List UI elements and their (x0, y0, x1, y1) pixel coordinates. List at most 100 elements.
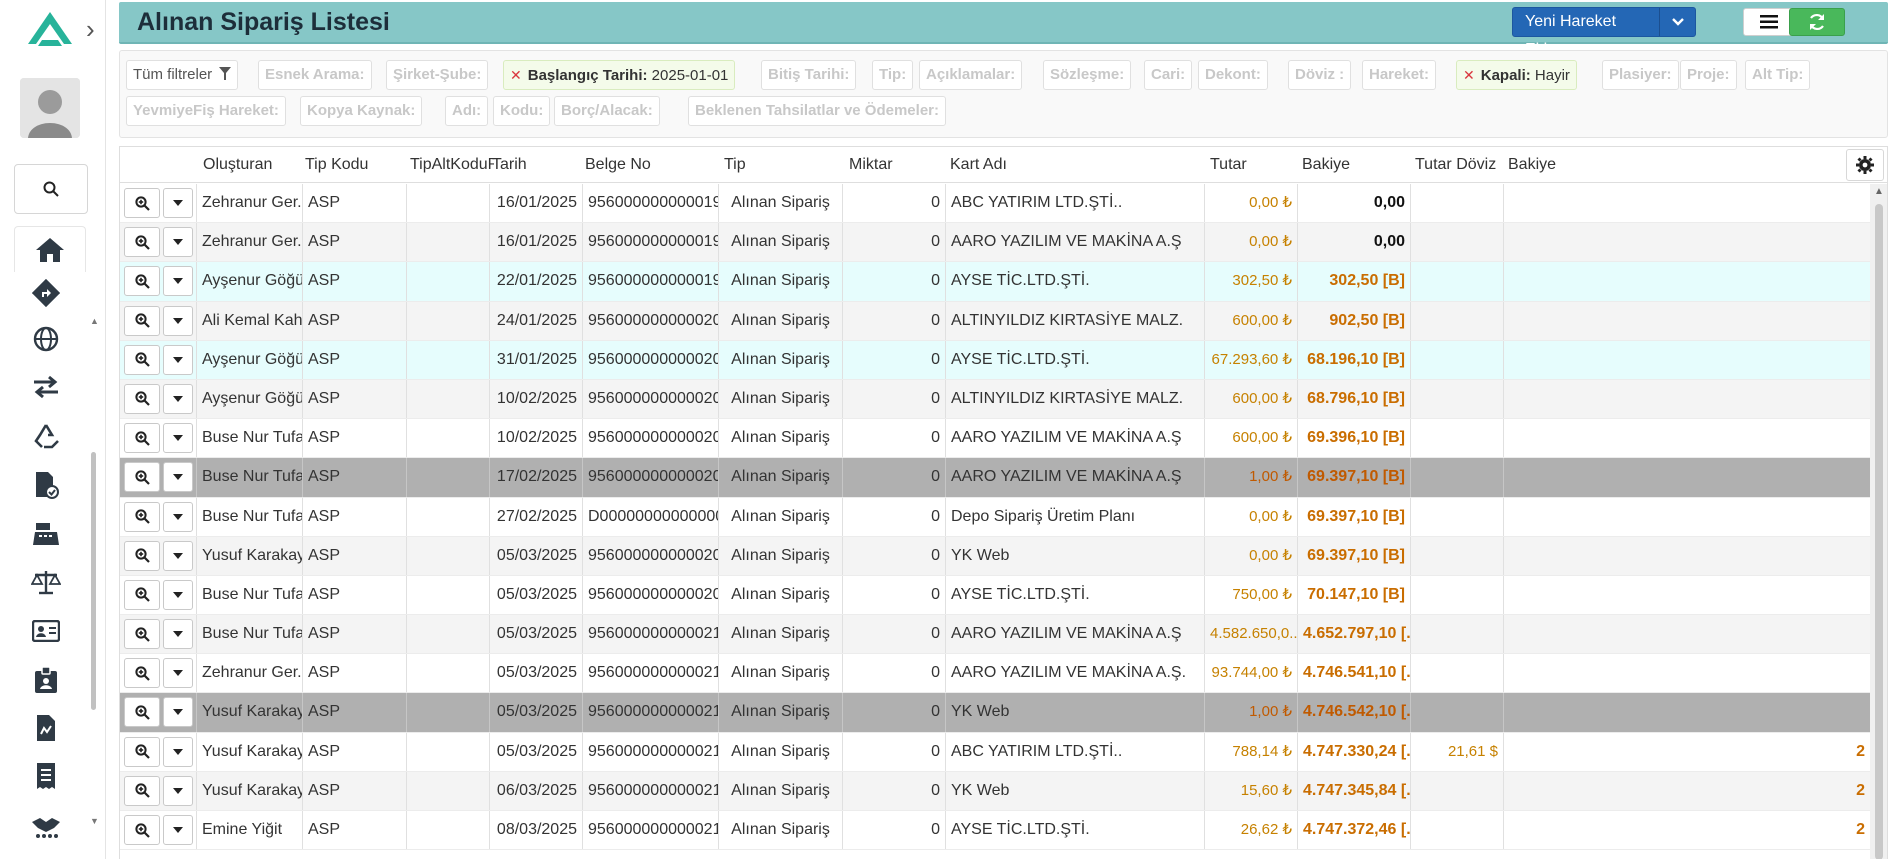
row-view-button[interactable] (124, 227, 160, 258)
table-row[interactable]: Ayşenur Göğül ASP 10/02/2025 95600000000002… (120, 379, 1870, 420)
table-row[interactable]: Yusuf Karakaya ASP 05/03/2025 9560000000000… (120, 732, 1870, 772)
nav-home[interactable] (14, 226, 86, 272)
row-view-button[interactable] (124, 501, 160, 532)
table-row[interactable]: Ayşenur Göğül ASP 22/01/2025 95600000000001… (120, 262, 1870, 302)
table-row[interactable]: Zehranur Ger... ASP 16/01/2025 956000000000… (120, 223, 1870, 263)
filter-chip[interactable]: Bitiş Tarihi: (761, 60, 857, 90)
row-view-button[interactable] (124, 266, 160, 297)
active-filter-chip[interactable]: ✕ Kapali: Hayir (1456, 60, 1577, 90)
table-row[interactable]: Yusuf Karakaya ASP 05/03/2025 9560000000000… (120, 693, 1870, 733)
table-row[interactable]: Buse Nur Tufan ASP 27/02/2025 D000000000000… (120, 497, 1870, 537)
column-header[interactable]: Tip Kodu (305, 156, 368, 174)
column-header[interactable]: Tip (724, 156, 746, 174)
table-scroll-thumb[interactable] (1875, 204, 1883, 859)
row-view-button[interactable] (124, 619, 160, 650)
column-header[interactable]: Miktar (849, 156, 893, 174)
column-header[interactable]: TipAltKoduR (410, 156, 494, 174)
sidebar-scrollbar[interactable]: ▲ ▼ (89, 316, 99, 834)
row-menu-button[interactable] (163, 423, 193, 454)
column-header[interactable]: Tutar Döviz (1415, 156, 1496, 174)
filter-chip[interactable]: Döviz : (1288, 60, 1352, 90)
nav-personnel[interactable] (28, 665, 64, 695)
column-settings-button[interactable] (1846, 149, 1884, 181)
row-menu-button[interactable] (163, 188, 193, 218)
row-view-button[interactable] (124, 383, 160, 414)
row-menu-button[interactable] (163, 462, 193, 493)
filter-chip[interactable]: Cari: (1144, 60, 1193, 90)
filter-chip[interactable]: Borç/Alacak: (554, 96, 660, 126)
column-header[interactable]: Tutar (1210, 156, 1247, 174)
filter-chip[interactable]: Plasiyer: (1602, 60, 1679, 90)
filter-chip[interactable]: Proje: (1680, 60, 1737, 90)
table-row[interactable]: Ali Kemal Kah...ASP 24/01/202595600000000… (120, 301, 1870, 341)
row-menu-button[interactable] (163, 775, 193, 806)
remove-filter-icon[interactable]: ✕ (510, 67, 522, 83)
table-row[interactable]: Buse Nur Tufan ASP 17/02/2025 9560000000000… (120, 458, 1870, 498)
filter-chip[interactable]: Kodu: (493, 96, 551, 126)
row-view-button[interactable] (124, 815, 160, 845)
new-movement-button[interactable]: Yeni Hareket Ekle (1512, 7, 1696, 58)
filter-chip[interactable]: Dekont: (1198, 60, 1268, 90)
row-view-button[interactable] (124, 658, 160, 689)
row-view-button[interactable] (124, 344, 160, 375)
nav-handshake[interactable] (28, 812, 64, 842)
filter-chip[interactable]: YevmiyeFiş Hareket: (126, 96, 286, 126)
table-row[interactable]: Ayşenur Göğül ASP 31/01/2025 95600000000002… (120, 340, 1870, 380)
table-scrollbar[interactable]: ▲ (1870, 184, 1887, 859)
all-filters-button[interactable]: Tüm filtreler (126, 60, 239, 90)
table-row[interactable]: Buse Nur Tufan ASP 05/03/2025 9560000000000… (120, 575, 1870, 616)
row-menu-button[interactable] (163, 227, 193, 258)
table-row[interactable]: Emine Yiğit ASP 08/03/2025 9560000000000217… (120, 811, 1870, 851)
table-row[interactable]: Zehranur Ger... ASP 16/01/2025 956000000000… (120, 184, 1870, 224)
row-menu-button[interactable] (163, 619, 193, 650)
table-row[interactable]: Buse Nur Tufan ASP 05/03/2025 9560000000000… (120, 615, 1870, 655)
filter-chip[interactable]: Esnek Arama: (258, 60, 372, 90)
user-avatar[interactable] (20, 78, 80, 138)
column-header[interactable]: Belge No (585, 156, 651, 174)
row-menu-button[interactable] (163, 501, 193, 532)
column-header[interactable]: Oluşturan (203, 156, 272, 174)
row-view-button[interactable] (124, 423, 160, 454)
new-movement-dropdown[interactable] (1659, 8, 1695, 36)
nav-scale[interactable] (28, 567, 64, 597)
search-button[interactable] (14, 164, 88, 214)
collapse-sidebar-icon[interactable]: › (86, 14, 95, 45)
row-view-button[interactable] (124, 697, 160, 728)
scroll-up-icon[interactable]: ▲ (1874, 186, 1884, 197)
filter-chip[interactable]: Tip: (872, 60, 914, 90)
row-view-button[interactable] (124, 579, 160, 610)
row-view-button[interactable] (124, 305, 160, 336)
row-menu-button[interactable] (163, 305, 193, 336)
row-menu-button[interactable] (163, 658, 193, 689)
filter-chip[interactable]: Şirket-Şube: (386, 60, 489, 90)
row-menu-button[interactable] (163, 383, 193, 414)
filter-chip[interactable]: Alt Tip: (1745, 60, 1811, 90)
sidebar-scroll-thumb[interactable] (91, 452, 96, 710)
filter-chip[interactable]: Sözleşme: (1043, 60, 1132, 90)
row-view-button[interactable] (124, 188, 160, 218)
row-view-button[interactable] (124, 540, 160, 571)
nav-recycle[interactable] (28, 421, 64, 451)
row-menu-button[interactable] (163, 579, 193, 610)
column-header[interactable]: Kart Adı (950, 156, 1007, 174)
nav-globe[interactable] (28, 324, 64, 354)
row-menu-button[interactable] (163, 344, 193, 375)
table-row[interactable]: Zehranur Ger... ASP 05/03/2025 956000000000… (120, 654, 1870, 694)
row-view-button[interactable] (124, 736, 160, 767)
nav-invoices[interactable] (28, 713, 64, 743)
table-row[interactable]: Yusuf Karakaya ASP 05/03/2025 9560000000000… (120, 536, 1870, 576)
row-view-button[interactable] (124, 775, 160, 806)
filter-chip[interactable]: Açıklamalar: (919, 60, 1023, 90)
row-menu-button[interactable] (163, 697, 193, 728)
column-header[interactable]: Bakiye (1302, 156, 1350, 174)
active-filter-chip[interactable]: ✕ Başlangıç Tarihi: 2025-01-01 (503, 60, 736, 90)
nav-directions[interactable] (28, 278, 64, 308)
app-logo[interactable] (24, 8, 76, 52)
row-menu-button[interactable] (163, 266, 193, 297)
scroll-up-icon[interactable]: ▲ (90, 316, 99, 326)
nav-documents[interactable] (28, 470, 64, 500)
row-view-button[interactable] (124, 462, 160, 493)
filter-chip[interactable]: Adı: (445, 96, 489, 126)
filter-chip[interactable]: Kopya Kaynak: (300, 96, 423, 126)
column-header[interactable]: Bakiye (1508, 156, 1558, 174)
